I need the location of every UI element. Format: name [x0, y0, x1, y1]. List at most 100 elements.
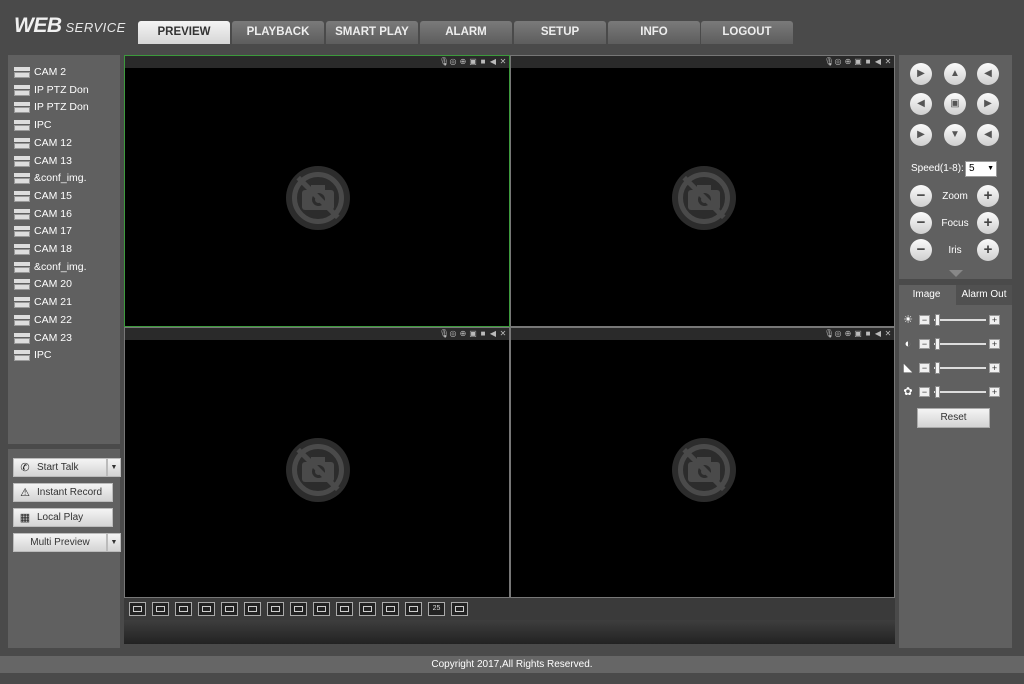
tab-logout[interactable]: LOGOUT: [701, 21, 793, 44]
layout-custom-icon[interactable]: [451, 602, 468, 616]
contrast-decrease-button[interactable]: −: [919, 339, 930, 349]
layout-25-icon[interactable]: 25: [428, 602, 445, 616]
ptz-up-left-button[interactable]: ▶: [910, 63, 932, 85]
ptz-right-button[interactable]: ▶: [977, 93, 999, 115]
video-viewport[interactable]: 🎙 ◎ ⊕ ▣ ■ ◀ ✕: [124, 327, 510, 598]
ptz-left-button[interactable]: ◀: [910, 93, 932, 115]
ptz-up-right-button[interactable]: ◀: [977, 63, 999, 85]
ptz-collapse-toggle[interactable]: [949, 270, 963, 277]
record-icon[interactable]: ■: [479, 328, 487, 340]
eye-icon[interactable]: ◎: [834, 328, 842, 340]
mic-icon[interactable]: 🎙: [824, 328, 834, 340]
channel-item[interactable]: CAM 2: [14, 64, 66, 80]
tab-setup[interactable]: SETUP: [514, 21, 606, 44]
hue-decrease-button[interactable]: −: [919, 387, 930, 397]
contrast-track[interactable]: [934, 343, 986, 345]
layout-fullview-icon[interactable]: [129, 602, 146, 616]
brightness-decrease-button[interactable]: −: [919, 315, 930, 325]
zoom-icon[interactable]: ⊕: [459, 56, 467, 68]
channel-item[interactable]: &conf_img.: [14, 259, 87, 275]
channel-item[interactable]: CAM 13: [14, 153, 72, 169]
channel-item[interactable]: IPC: [14, 347, 52, 363]
video-viewport[interactable]: 🎙 ◎ ⊕ ▣ ■ ◀ ✕: [124, 55, 510, 327]
mic-icon[interactable]: 🎙: [824, 56, 834, 68]
tab-alarm[interactable]: ALARM: [420, 21, 512, 44]
close-icon[interactable]: ✕: [499, 56, 507, 68]
ptz-up-button[interactable]: ▲: [944, 63, 966, 85]
tab-playback[interactable]: PLAYBACK: [232, 21, 324, 44]
channel-item[interactable]: &conf_img.: [14, 170, 87, 186]
layout-20-icon[interactable]: [405, 602, 422, 616]
channel-item[interactable]: CAM 16: [14, 206, 72, 222]
hue-knob[interactable]: [934, 386, 940, 398]
instant-record-button[interactable]: ⚠ Instant Record: [13, 483, 113, 502]
layout-16-icon[interactable]: [382, 602, 399, 616]
record-icon[interactable]: ■: [864, 328, 872, 340]
layout-6-icon[interactable]: [290, 602, 307, 616]
record-icon[interactable]: ■: [479, 56, 487, 68]
saturation-knob[interactable]: [934, 362, 940, 374]
eye-icon[interactable]: ◎: [834, 56, 842, 68]
record-icon[interactable]: ■: [864, 56, 872, 68]
channel-item[interactable]: CAM 17: [14, 223, 72, 239]
zoom-icon[interactable]: ⊕: [459, 328, 467, 340]
tab-alarm-out[interactable]: Alarm Out: [956, 285, 1012, 305]
layout-13-icon[interactable]: [359, 602, 376, 616]
fullscreen-icon[interactable]: [198, 602, 215, 616]
channel-item[interactable]: CAM 21: [14, 294, 72, 310]
close-icon[interactable]: ✕: [884, 56, 892, 68]
close-icon[interactable]: ✕: [884, 328, 892, 340]
ptz-down-right-button[interactable]: ◀: [977, 124, 999, 146]
audio-icon[interactable]: ◀: [874, 56, 882, 68]
audio-icon[interactable]: ◀: [489, 56, 497, 68]
brightness-track[interactable]: [934, 319, 986, 321]
saturation-decrease-button[interactable]: −: [919, 363, 930, 373]
ptz-down-left-button[interactable]: ▶: [910, 124, 932, 146]
zoom-icon[interactable]: ⊕: [844, 328, 852, 340]
brightness-increase-button[interactable]: +: [989, 315, 1000, 325]
close-icon[interactable]: ✕: [499, 328, 507, 340]
zoom-in-button[interactable]: +: [977, 185, 999, 207]
zoom-icon[interactable]: ⊕: [844, 56, 852, 68]
saturation-track[interactable]: [934, 367, 986, 369]
mic-icon[interactable]: 🎙: [439, 56, 449, 68]
eye-icon[interactable]: ◎: [449, 328, 457, 340]
saturation-increase-button[interactable]: +: [989, 363, 1000, 373]
channel-item[interactable]: CAM 18: [14, 241, 72, 257]
start-talk-dropdown[interactable]: ▼: [107, 458, 121, 477]
audio-icon[interactable]: ◀: [874, 328, 882, 340]
focus-far-button[interactable]: +: [977, 212, 999, 234]
ptz-down-button[interactable]: ▼: [944, 124, 966, 146]
hue-increase-button[interactable]: +: [989, 387, 1000, 397]
snapshot-icon[interactable]: ▣: [854, 56, 862, 68]
tab-smart-play[interactable]: SMART PLAY: [326, 21, 418, 44]
multi-preview-button[interactable]: Multi Preview: [13, 533, 107, 552]
speed-select[interactable]: 5 ▼: [965, 161, 997, 177]
layout-9-icon[interactable]: [336, 602, 353, 616]
layout-4-icon[interactable]: [267, 602, 284, 616]
tab-info[interactable]: INFO: [608, 21, 700, 44]
layout-fisheye2-icon[interactable]: [175, 602, 192, 616]
mic-icon[interactable]: 🎙: [439, 328, 449, 340]
ptz-3d-position-button[interactable]: ▣: [944, 93, 966, 115]
video-viewport[interactable]: 🎙 ◎ ⊕ ▣ ■ ◀ ✕: [510, 327, 895, 598]
snapshot-icon[interactable]: ▣: [469, 56, 477, 68]
snapshot-icon[interactable]: ▣: [469, 328, 477, 340]
contrast-increase-button[interactable]: +: [989, 339, 1000, 349]
contrast-knob[interactable]: [934, 338, 940, 350]
channel-item[interactable]: IP PTZ Don: [14, 82, 89, 98]
snapshot-icon[interactable]: ▣: [854, 328, 862, 340]
layout-1-icon[interactable]: [244, 602, 261, 616]
channel-item[interactable]: CAM 12: [14, 135, 72, 151]
hue-track[interactable]: [934, 391, 986, 393]
brightness-knob[interactable]: [934, 314, 940, 326]
layout-wide-icon[interactable]: [221, 602, 238, 616]
multi-preview-dropdown[interactable]: ▼: [107, 533, 121, 552]
layout-fisheye-icon[interactable]: [152, 602, 169, 616]
channel-item[interactable]: CAM 15: [14, 188, 72, 204]
local-play-button[interactable]: ▦ Local Play: [13, 508, 113, 527]
tab-preview[interactable]: PREVIEW: [138, 21, 230, 44]
iris-open-button[interactable]: +: [977, 239, 999, 261]
channel-item[interactable]: CAM 23: [14, 330, 72, 346]
channel-item[interactable]: IP PTZ Don: [14, 99, 89, 115]
